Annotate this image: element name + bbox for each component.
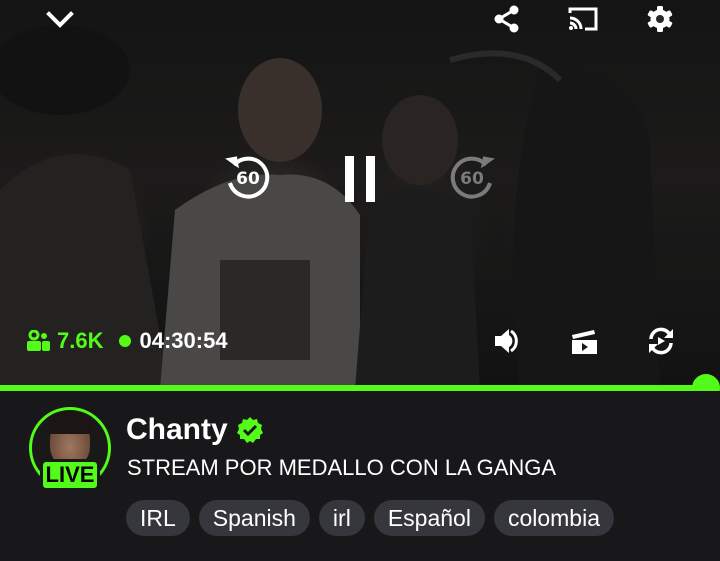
stream-title: STREAM POR MEDALLO CON LA GANGA <box>127 455 557 480</box>
volume-icon <box>495 329 518 353</box>
verified-badge <box>236 416 264 444</box>
pause-button[interactable] <box>338 150 382 208</box>
tag-chip[interactable]: Español <box>373 500 485 536</box>
gear-icon <box>647 6 673 32</box>
tag-list: IRL Spanish irl Español colombia <box>126 500 623 536</box>
channel-name[interactable]: Chanty <box>126 413 228 447</box>
tag-chip[interactable]: IRL <box>126 500 190 536</box>
tag-chip[interactable]: Spanish <box>198 500 310 536</box>
stream-stats: 7.6K 04:30:54 <box>27 326 228 356</box>
forward-seconds-label: 60 <box>460 169 484 189</box>
live-indicator-dot <box>119 335 132 347</box>
volume-button[interactable] <box>490 324 524 358</box>
viewer-count: 7.6K <box>27 328 103 354</box>
forward-button[interactable]: 60 <box>446 153 498 205</box>
viewers-icon <box>27 330 50 351</box>
pause-icon <box>345 156 375 202</box>
rewind-button[interactable]: 60 <box>222 153 274 205</box>
share-button[interactable] <box>490 2 524 36</box>
cast-icon <box>568 7 598 31</box>
verified-badge-icon <box>236 417 263 443</box>
autoplay-icon <box>649 327 673 355</box>
live-badge: LIVE <box>40 459 100 491</box>
collapse-button[interactable] <box>40 2 80 38</box>
stream-uptime: 04:30:54 <box>139 328 228 353</box>
video-player[interactable]: 60 60 7.6K 04:30:54 <box>0 0 720 389</box>
cast-button[interactable] <box>565 2 601 36</box>
share-icon <box>494 5 519 33</box>
rewind-seconds-label: 60 <box>236 169 260 189</box>
tag-chip[interactable]: colombia <box>493 500 614 536</box>
theater-mode-icon <box>572 330 597 354</box>
chevron-down-icon <box>46 11 74 28</box>
channel-name-row: Chanty <box>126 413 264 447</box>
theater-mode-button[interactable] <box>567 324 601 358</box>
autoplay-button[interactable] <box>643 324 679 358</box>
viewer-count-value: 7.6K <box>57 328 104 353</box>
settings-button[interactable] <box>643 2 677 36</box>
tag-chip[interactable]: irl <box>318 500 365 536</box>
